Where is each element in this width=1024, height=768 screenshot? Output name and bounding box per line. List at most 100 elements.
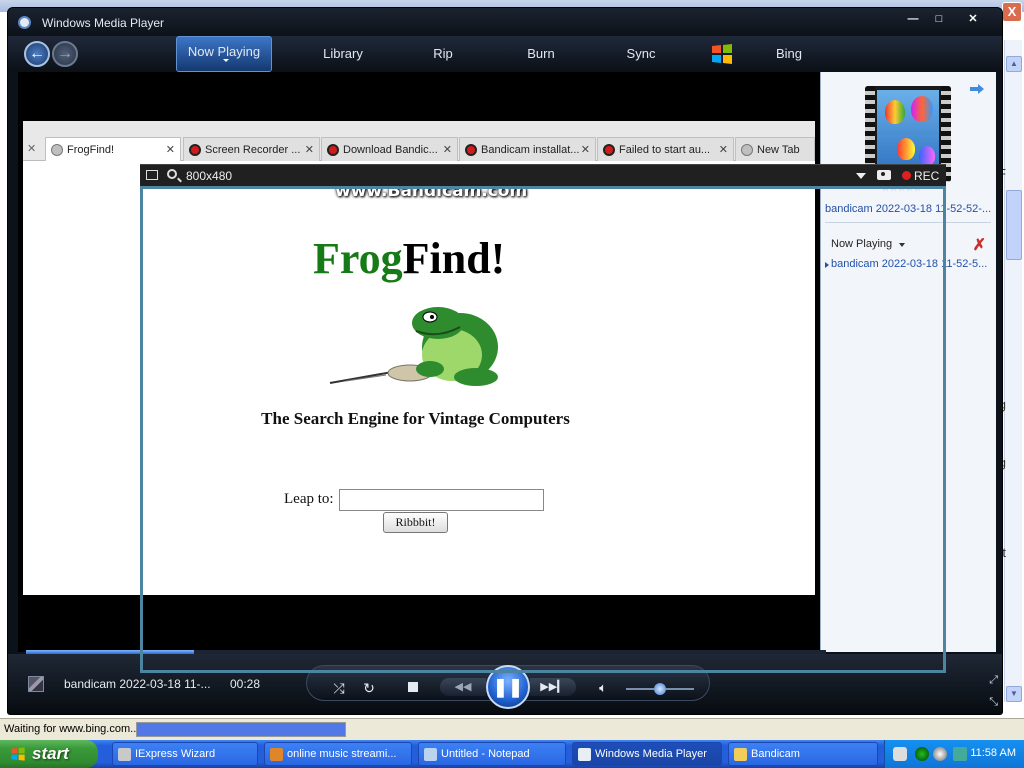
page-load-progress [136,722,346,737]
window-mode-icon[interactable] [146,170,158,180]
task-online-music[interactable]: online music streami... [264,742,412,766]
forward-arrow-icon[interactable]: → [52,41,78,67]
wmp-icon [578,748,591,761]
background-close-button[interactable]: X [1002,2,1022,22]
close-icon[interactable]: ✕ [443,143,452,156]
task-label: Untitled - Notepad [441,748,530,760]
next-icon[interactable]: ▶▶▎ [530,678,576,696]
wmp-navigation-bar: ← → Now Playing Library Rip Burn Sync Bi… [8,36,1002,72]
pause-icon[interactable]: ❚❚ [486,665,530,709]
folder-icon [734,748,747,761]
clear-list-icon[interactable]: ✗ [973,235,986,255]
bandicam-toolbar[interactable]: 800x480 REC [140,164,946,186]
tab-bandicam-install[interactable]: Bandicam installat... ✕ [459,137,596,161]
close-icon[interactable]: ✕ [27,142,36,155]
search-icon[interactable] [167,169,177,179]
switch-to-compact-icon[interactable]: ⤡ [989,696,998,709]
balloon [919,146,935,166]
keyboard-icon[interactable] [893,747,907,761]
playlist-item[interactable]: bandicam 2022-03-18 11-52-5... [831,258,987,270]
tab-new-tab[interactable]: New Tab [735,137,815,161]
tab-sync[interactable]: Sync [616,36,666,72]
tab-screen-recorder[interactable]: Screen Recorder ... ✕ [183,137,320,161]
close-icon[interactable]: ✕ [581,143,590,156]
task-bandicam[interactable]: Bandicam [728,742,878,766]
title-find: Find! [402,234,506,283]
task-label: IExpress Wizard [135,748,216,760]
scroll-up-arrow-icon[interactable]: ▲ [1006,56,1022,72]
volume-icon[interactable]: 🔈︎ [594,679,612,697]
volume-slider[interactable] [626,683,694,695]
wmp-icon [18,16,31,29]
notepad-icon [424,748,437,761]
tab-frogfind[interactable]: FrogFind! ✕ [45,137,181,161]
tab-library[interactable]: Library [308,36,378,72]
task-iexpress[interactable]: IExpress Wizard [112,742,258,766]
video-area[interactable]: ✕ FrogFind! ✕ Screen Recorder ... ✕ Down… [18,72,820,652]
task-notepad[interactable]: Untitled - Notepad [418,742,566,766]
chevron-down-icon[interactable] [856,173,866,179]
speaker-icon[interactable] [953,747,967,761]
status-bar: Waiting for www.bing.com... [0,718,1024,740]
globe-icon [741,144,753,156]
maximize-button[interactable]: □ [926,13,952,27]
background-scrollbar[interactable]: ▲ ▼ [1004,40,1022,702]
divider [825,222,991,223]
browser-tab-bar: ✕ FrogFind! ✕ Screen Recorder ... ✕ Down… [23,121,815,161]
firefox-icon [270,748,283,761]
fullscreen-icon[interactable]: ⤢ [989,674,998,687]
player-controls: bandicam 2022-03-18 11-... 00:28 ⤮ ↻ ◀◀ … [8,654,1002,714]
bandicam-icon [327,144,339,156]
tab-bing[interactable]: Bing [764,36,814,72]
balloon [911,96,933,122]
tab-label: Now Playing [187,44,261,59]
window-title: Windows Media Player [42,16,165,30]
rec-label[interactable]: REC [914,169,939,183]
arrow-right-icon[interactable] [970,84,984,94]
tab-download-bandicam[interactable]: Download Bandic... ✕ [321,137,458,161]
tab-label: Bandicam installat... [481,144,580,156]
task-windows-media-player[interactable]: Windows Media Player [572,742,722,766]
volume-thumb[interactable] [654,683,666,695]
repeat-icon[interactable]: ↻ [360,679,378,697]
task-label: Bandicam [751,748,800,760]
close-icon[interactable]: ✕ [166,143,175,156]
now-playing-dropdown[interactable]: Now Playing [831,238,892,250]
previous-icon[interactable]: ◀◀ [440,678,486,696]
minimize-button[interactable]: — [900,13,926,27]
status-text: Waiting for www.bing.com... [4,723,140,735]
media-icon[interactable] [933,747,947,761]
camera-icon[interactable] [877,170,891,180]
windows-media-player-window: Windows Media Player — □ ✕ ← → Now Playi… [7,7,1003,715]
taskbar: start IExpress Wizard online music strea… [0,740,1024,768]
tab-burn[interactable]: Burn [516,36,566,72]
record-icon[interactable] [902,171,911,180]
tab-rip[interactable]: Rip [418,36,468,72]
balloon [885,100,905,124]
ribbbit-button[interactable]: Ribbbit! [383,512,448,533]
network-icon[interactable] [915,747,929,761]
close-button[interactable]: ✕ [958,13,988,27]
chevron-down-icon[interactable] [899,243,905,247]
close-icon[interactable]: ✕ [305,143,314,156]
scroll-down-arrow-icon[interactable]: ▼ [1006,686,1022,702]
tab-label: New Tab [757,144,800,156]
start-button[interactable]: start [0,740,98,768]
task-label: Windows Media Player [595,748,707,760]
tab-now-playing[interactable]: Now Playing [176,36,272,72]
shuffle-icon[interactable]: ⤮ [330,679,348,697]
tab-failed-to-start[interactable]: Failed to start au... ✕ [597,137,734,161]
capture-size: 800x480 [186,169,233,183]
stop-icon[interactable] [408,682,418,692]
search-input[interactable] [339,489,544,511]
back-arrow-icon[interactable]: ← [24,41,50,67]
wmp-titlebar[interactable]: Windows Media Player — □ ✕ [8,8,1002,36]
task-label: online music streami... [287,748,397,760]
clock: 11:58 AM [970,747,1016,759]
list-pane: ☆☆☆☆☆ bandicam 2022-03-18 11-52-52-... N… [820,72,996,652]
recorded-browser: ✕ FrogFind! ✕ Screen Recorder ... ✕ Down… [23,121,815,595]
tab-label: Failed to start au... [619,144,711,156]
scroll-thumb[interactable] [1006,190,1022,260]
windows-logo-icon [712,44,732,64]
close-icon[interactable]: ✕ [719,143,728,156]
